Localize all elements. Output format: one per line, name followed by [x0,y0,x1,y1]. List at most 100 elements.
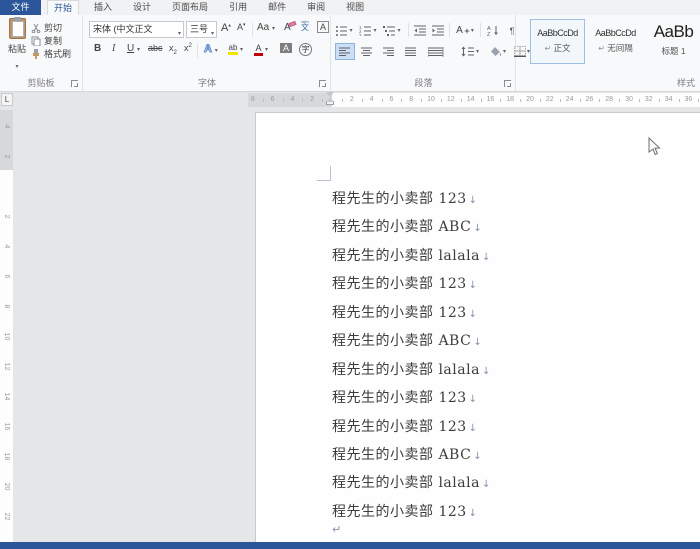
line-spacing-button[interactable]: ▾ [458,43,482,60]
clipboard-dialog-launcher-icon[interactable] [71,80,78,87]
cut-label: 剪切 [44,21,62,34]
pilcrow-icon: ¶ [510,26,515,36]
grow-font-button[interactable]: A▴ [221,22,231,34]
strikethrough-button[interactable]: abc [148,43,163,53]
tab-页面布局[interactable]: 页面布局 [166,0,214,15]
paragraph-mark: ↓ [473,451,481,462]
decrease-indent-button[interactable] [412,22,428,39]
document-line[interactable]: 程先生的小卖部 123↓ [332,270,700,298]
document-line[interactable]: 程先生的小卖部 ABC↓ [332,327,700,355]
tab-审阅[interactable]: 审阅 [301,0,331,15]
paste-button[interactable]: 粘贴 ▾ [4,18,30,74]
increase-indent-button[interactable] [430,22,446,39]
vertical-ruler[interactable]: 4224681012141618202224 [0,110,13,549]
enclose-characters-button[interactable]: 字 [299,43,312,56]
document-line[interactable]: 程先生的小卖部 123↓ [332,413,700,441]
tab-设计[interactable]: 设计 [127,0,157,15]
tab-file[interactable]: 文件 [0,0,41,15]
paragraph-mark: ↓ [473,223,481,234]
sort-button[interactable]: AZ [484,22,502,39]
multilevel-list-button[interactable]: ▾ [382,22,402,39]
character-border-button[interactable]: A [317,22,329,33]
document-line[interactable]: 程先生的小卖部 ABC↓ [332,213,700,241]
change-case-button[interactable]: Aa ▾ [257,22,275,33]
document-line[interactable]: 程先生的小卖部 lalala↓ [332,242,700,270]
clear-formatting-button[interactable]: A [284,22,296,33]
shrink-font-button[interactable]: A▾ [237,22,246,32]
character-shading-button[interactable]: A [280,43,292,54]
left-indent-marker[interactable] [326,101,334,105]
chevron-down-icon: ▾ [211,27,214,38]
bullets-button[interactable]: ▾ [334,22,354,39]
paragraph-mark: ↓ [469,195,477,206]
svg-text:Z: Z [487,32,491,36]
text-effects-button[interactable]: A ▾ [204,43,218,55]
document-line[interactable]: 程先生的小卖部 123↓ [332,384,700,412]
font-name-combo[interactable]: 宋体 (中文正文 ▾ [89,21,184,38]
document-text[interactable]: 程先生的小卖部 123↓程先生的小卖部 ABC↓程先生的小卖部 lalala↓程… [332,185,700,526]
align-right-icon [383,47,395,57]
bold-button[interactable]: B [94,43,101,54]
paragraph-mark: ↓ [469,423,477,434]
justify-button[interactable] [401,43,421,60]
style-card-标题 1[interactable]: AaBb 标题 1 [646,19,700,64]
status-bar[interactable] [0,542,700,549]
document-line[interactable]: 程先生的小卖部 123↓ [332,498,700,526]
asian-layout-button[interactable]: A ▾ [453,22,477,39]
tab-引用[interactable]: 引用 [223,0,253,15]
subscript-button[interactable]: x2 [169,43,177,56]
distribute-button[interactable] [423,43,449,60]
shading-button[interactable]: ▾ [487,43,509,60]
copy-button[interactable]: 复制 [31,34,62,47]
tab-邮件[interactable]: 邮件 [262,0,292,15]
cut-button[interactable]: 剪切 [31,21,62,34]
final-paragraph-mark: ↵ [332,523,341,536]
superscript-button[interactable]: x2 [184,43,192,53]
first-line-indent-marker[interactable] [326,92,334,97]
chevron-down-icon: ▾ [15,64,18,70]
group-styles: AaBbCcDd↵ 正文AaBbCcDd↵ 无间隔AaBb 标题 1 样式 [517,15,700,91]
paragraph-dialog-launcher-icon[interactable] [504,80,511,87]
document-line[interactable]: 程先生的小卖部 123↓ [332,185,700,213]
chevron-down-icon[interactable]: ▾ [137,47,140,53]
align-center-button[interactable] [357,43,377,60]
distribute-icon [428,47,444,57]
format-painter-button[interactable]: 格式刷 [31,47,71,60]
align-left-button[interactable] [335,43,355,60]
justify-icon [405,47,417,57]
document-line[interactable]: 程先生的小卖部 123↓ [332,299,700,327]
font-name-value: 宋体 (中文正文 [93,24,153,34]
font-color-button[interactable]: A [254,43,263,56]
paragraph-group-label: 段落 [332,76,515,89]
font-size-combo[interactable]: 三号 ▾ [186,21,217,38]
horizontal-ruler[interactable]: 86422468101214161820222426283032343638 [248,93,700,107]
tab-视图[interactable]: 视图 [340,0,370,15]
font-size-value: 三号 [190,24,208,34]
text-boundary-corner-mark [330,166,331,181]
numbering-button[interactable]: 123▾ [358,22,378,39]
chevron-down-icon[interactable]: ▾ [265,47,268,53]
bullets-icon [335,25,348,36]
copy-icon [31,36,41,46]
copy-label: 复制 [44,34,62,47]
tab-selector[interactable]: L [1,93,13,106]
font-dialog-launcher-icon[interactable] [319,80,326,87]
chevron-down-icon[interactable]: ▾ [240,47,243,53]
document-line[interactable]: 程先生的小卖部 lalala↓ [332,469,700,497]
brush-icon [31,49,41,59]
tab-插入[interactable]: 插入 [88,0,118,15]
svg-text:3: 3 [359,33,362,36]
style-card-无间隔[interactable]: AaBbCcDd↵ 无间隔 [588,19,643,64]
phonetic-guide-button[interactable]: wén文 [301,20,309,32]
chevron-down-icon: ▾ [178,27,181,38]
highlight-color-button[interactable]: ab [228,43,238,55]
style-card-正文[interactable]: AaBbCcDd↵ 正文 [530,19,585,64]
tab-开始[interactable]: 开始 [47,0,79,15]
underline-button[interactable]: U [127,43,134,54]
italic-button[interactable]: I [112,43,115,54]
document-line[interactable]: 程先生的小卖部 lalala↓ [332,356,700,384]
align-center-icon [361,47,373,57]
paint-bucket-icon [490,46,502,57]
align-right-button[interactable] [379,43,399,60]
document-line[interactable]: 程先生的小卖部 ABC↓ [332,441,700,469]
